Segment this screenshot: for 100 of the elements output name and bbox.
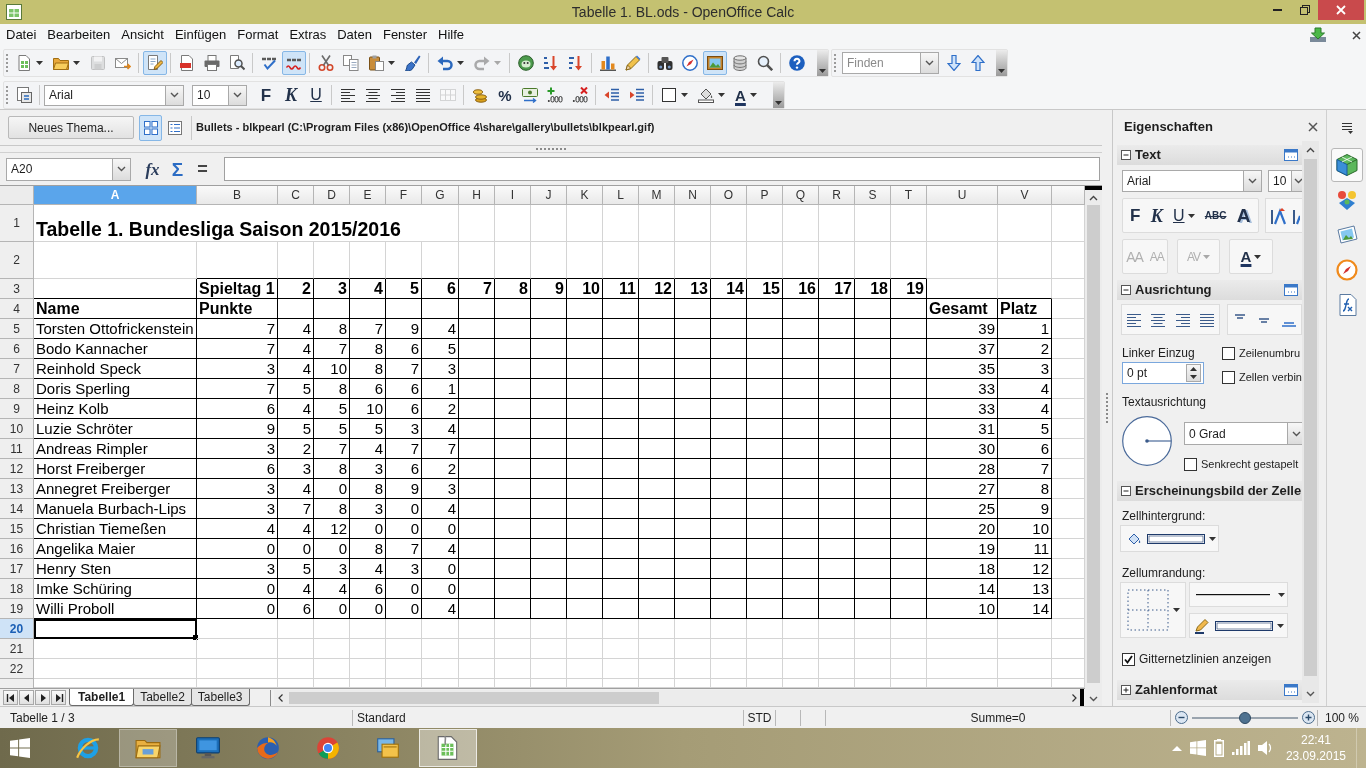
toolbar-grip[interactable] bbox=[6, 86, 9, 104]
chevron-up-icon[interactable] bbox=[1089, 194, 1098, 201]
angle-dial[interactable] bbox=[1122, 416, 1172, 466]
square-border-icon[interactable] bbox=[661, 87, 677, 103]
toolbar-options-button[interactable] bbox=[817, 50, 828, 76]
dropdown-button[interactable] bbox=[1243, 171, 1261, 191]
chevron-down-icon[interactable] bbox=[117, 166, 126, 172]
folder-icon[interactable] bbox=[53, 55, 69, 71]
split-handle[interactable] bbox=[1085, 186, 1102, 190]
font-size-field[interactable]: 10 bbox=[192, 84, 247, 106]
bold-button[interactable]: F bbox=[1127, 202, 1144, 229]
column-header[interactable]: D bbox=[314, 186, 350, 205]
horizontal-scrollbar[interactable] bbox=[274, 689, 1080, 706]
dropdown-button[interactable] bbox=[1291, 171, 1302, 191]
undo-icon[interactable] bbox=[437, 55, 453, 71]
column-header[interactable]: M bbox=[639, 186, 675, 205]
arrow-down-icon[interactable] bbox=[947, 55, 961, 71]
font-field[interactable]: Arial bbox=[44, 84, 184, 106]
zoom-slider[interactable] bbox=[1192, 711, 1298, 724]
section-header[interactable]: Ausrichtung bbox=[1117, 280, 1302, 300]
checkbox-label[interactable]: Senkrecht gestapelt bbox=[1201, 457, 1299, 471]
angle-field[interactable]: 0 Grad bbox=[1184, 422, 1302, 445]
slider-thumb[interactable] bbox=[1239, 711, 1251, 724]
close-icon[interactable] bbox=[1351, 30, 1361, 40]
more-options-icon[interactable] bbox=[1284, 684, 1298, 696]
bold-button[interactable]: F bbox=[254, 83, 278, 107]
checkbox-label[interactable]: Gitternetzlinien anzeigen bbox=[1139, 652, 1272, 666]
fill-handle[interactable] bbox=[193, 635, 198, 640]
column-header[interactable]: S bbox=[855, 186, 891, 205]
row-header[interactable]: 11 bbox=[0, 439, 34, 459]
sheet-tab[interactable]: Tabelle1 bbox=[69, 689, 135, 706]
splitter-handle[interactable] bbox=[1106, 393, 1108, 423]
row-header[interactable]: 22 bbox=[0, 659, 34, 679]
font-size-field[interactable]: 10 bbox=[1268, 170, 1302, 192]
clipboard-icon[interactable] bbox=[368, 55, 384, 71]
row-header[interactable]: 18 bbox=[0, 579, 34, 599]
caret-down-icon[interactable] bbox=[1190, 375, 1197, 379]
column-header[interactable]: O bbox=[711, 186, 747, 205]
spreadsheet-page-icon[interactable] bbox=[16, 55, 32, 71]
font-field[interactable]: Arial bbox=[1122, 170, 1262, 192]
column-header[interactable]: G bbox=[422, 186, 459, 205]
search-field[interactable]: Finden bbox=[842, 52, 920, 74]
caret-icon[interactable] bbox=[775, 101, 782, 105]
menu-item[interactable]: Extras bbox=[286, 25, 330, 45]
column-header[interactable]: V bbox=[998, 186, 1052, 205]
underline-button[interactable]: U bbox=[1170, 202, 1198, 229]
column-header[interactable]: C bbox=[278, 186, 314, 205]
picture-icon[interactable] bbox=[1335, 224, 1358, 246]
row-header[interactable]: 15 bbox=[0, 519, 34, 539]
selected-cell[interactable] bbox=[34, 619, 197, 639]
indent-field[interactable]: 0 pt bbox=[1122, 362, 1204, 384]
row-header[interactable]: 10 bbox=[0, 419, 34, 439]
chevron-down-icon[interactable] bbox=[1292, 430, 1301, 437]
close-button[interactable] bbox=[1318, 0, 1364, 20]
caret-icon[interactable] bbox=[36, 61, 43, 65]
checkbox[interactable] bbox=[1122, 652, 1135, 666]
row-header[interactable]: 3 bbox=[0, 279, 34, 299]
vertical-scrollbar[interactable] bbox=[1302, 141, 1319, 703]
taskbar-app-button[interactable] bbox=[119, 729, 177, 767]
row-header[interactable]: 16 bbox=[0, 539, 34, 559]
row-header[interactable]: 8 bbox=[0, 379, 34, 399]
chevron-down-icon[interactable] bbox=[233, 92, 242, 98]
caret-icon[interactable] bbox=[1254, 254, 1262, 259]
column-header[interactable]: E bbox=[350, 186, 386, 205]
more-options-icon[interactable] bbox=[1284, 284, 1298, 296]
paint-bucket-icon[interactable] bbox=[698, 87, 714, 103]
color-swatch-icon[interactable] bbox=[1215, 620, 1273, 631]
column-header[interactable]: I bbox=[495, 186, 531, 205]
dropdown-button[interactable] bbox=[165, 85, 183, 105]
new-theme-button[interactable]: Neues Thema... bbox=[8, 116, 134, 139]
tricolor-circle-icon[interactable] bbox=[315, 735, 341, 761]
checkbox-label[interactable]: Zeilenumbru bbox=[1239, 346, 1301, 360]
menu-item[interactable]: Ansicht bbox=[118, 25, 167, 45]
menu-item[interactable]: Einfügen bbox=[171, 25, 230, 45]
row-header[interactable]: 9 bbox=[0, 399, 34, 419]
taskbar-app-button[interactable] bbox=[419, 729, 477, 767]
line-color-dropdown[interactable] bbox=[1189, 613, 1288, 638]
section-header[interactable]: Text bbox=[1117, 145, 1302, 165]
row-header[interactable]: 14 bbox=[0, 499, 34, 519]
row-header[interactable]: 2 bbox=[0, 242, 34, 279]
scrollbar-thumb[interactable] bbox=[1087, 205, 1100, 683]
sheet-tab[interactable]: Tabelle2 bbox=[133, 689, 192, 706]
font-color-button[interactable]: A bbox=[731, 83, 767, 107]
row-header[interactable]: 6 bbox=[0, 339, 34, 359]
background-color-dropdown[interactable] bbox=[1120, 525, 1219, 552]
font-color-button[interactable]: A bbox=[1237, 243, 1265, 270]
color-shapes-icon[interactable] bbox=[1335, 189, 1358, 211]
menu-item[interactable]: Bearbeiten bbox=[44, 25, 114, 45]
splitter-handle[interactable] bbox=[536, 148, 566, 150]
row-header[interactable]: 17 bbox=[0, 559, 34, 579]
spin-button[interactable] bbox=[1186, 364, 1201, 382]
dropdown-button[interactable] bbox=[1287, 423, 1302, 444]
caret-icon[interactable] bbox=[1173, 608, 1180, 612]
toolbar-options-button[interactable] bbox=[996, 50, 1007, 76]
name-box[interactable]: A20 bbox=[6, 157, 131, 181]
caret-icon[interactable] bbox=[1277, 623, 1284, 628]
grid-view-icon[interactable] bbox=[142, 119, 159, 136]
collapse-icon[interactable] bbox=[1121, 285, 1131, 295]
chevron-down-icon[interactable] bbox=[170, 92, 179, 98]
column-header[interactable]: U bbox=[927, 186, 998, 205]
